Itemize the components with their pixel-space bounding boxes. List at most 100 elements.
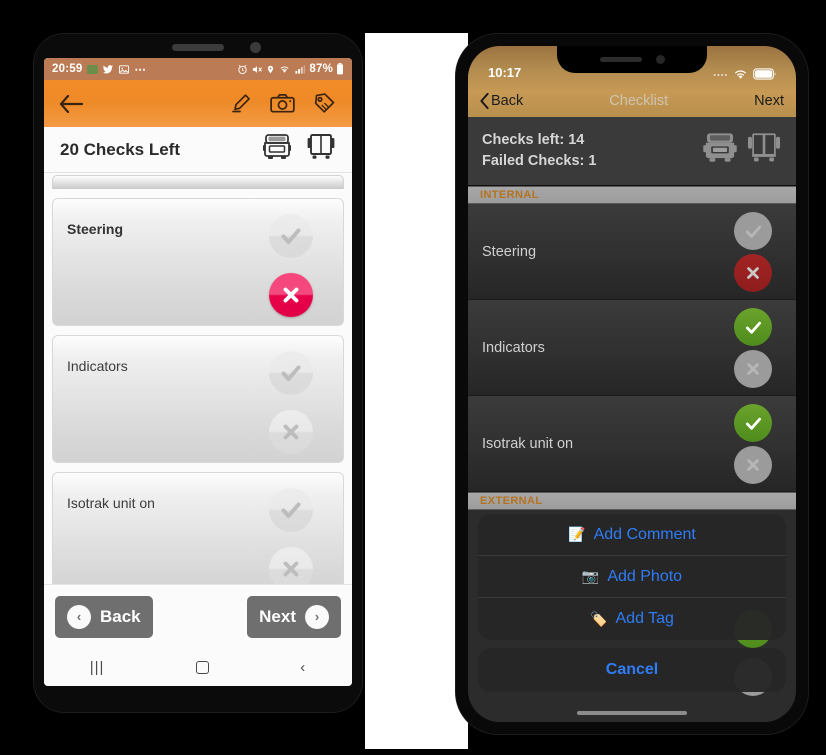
back-arrow-icon[interactable] [58, 91, 84, 117]
earpiece-speaker [172, 44, 224, 51]
check-pass-button[interactable] [269, 488, 313, 532]
ios-action-sheet[interactable]: 📝 Add Comment 📷 Add Photo 🏷️ Add Tag Can… [478, 514, 786, 692]
check-pass-button[interactable] [734, 308, 772, 346]
ios-truck-icons [702, 131, 782, 169]
check-fail-button[interactable] [734, 350, 772, 388]
android-app-bar [44, 80, 352, 127]
android-screen: 20:59 ⋯ 87% 20 Checks Left Steering Indi… [44, 58, 352, 686]
chevron-left-icon [480, 92, 489, 109]
iphone-frame: 10:17 Back Checklist Next Checks left: 1… [456, 34, 808, 734]
chevron-left-icon: ‹ [67, 604, 91, 629]
truck-front-icon[interactable] [262, 133, 292, 166]
alarm-icon [238, 64, 247, 74]
check-row-steering[interactable]: Steering [468, 204, 796, 300]
more-icon: ⋯ [134, 64, 147, 76]
section-header-internal: INTERNAL [468, 186, 796, 204]
signal-dots-icon [713, 74, 727, 77]
check-fail-button[interactable] [734, 254, 772, 292]
ios-next-button[interactable]: Next [754, 93, 784, 109]
status-right-icons: 87% [237, 63, 344, 75]
check-pass-button[interactable] [734, 212, 772, 250]
ios-summary-panel: Checks left: 14 Failed Checks: 1 [468, 117, 796, 186]
image-badge-icon [87, 64, 99, 74]
chevron-right-icon: › [305, 604, 329, 629]
android-phone-frame: 20:59 ⋯ 87% 20 Checks Left Steering Indi… [34, 34, 362, 712]
check-pass-button[interactable] [269, 351, 313, 395]
check-card-steering[interactable]: Steering [52, 198, 344, 326]
next-button[interactable]: Next › [247, 595, 341, 638]
back-button-label: Back [100, 606, 141, 626]
action-sheet-options: 📝 Add Comment 📷 Add Photo 🏷️ Add Tag [478, 514, 786, 640]
check-pass-button[interactable] [734, 404, 772, 442]
ios-back-label: Back [491, 92, 524, 109]
ios-checklist[interactable]: Steering Indicators Isotrak unit on EXTE… [468, 204, 796, 722]
check-label: Indicators [482, 339, 545, 356]
add-photo-button[interactable]: 📷 Add Photo [478, 556, 786, 598]
add-tag-label: Add Tag [615, 610, 674, 627]
screenshot-stage: 20:59 ⋯ 87% 20 Checks Left Steering Indi… [0, 0, 826, 755]
android-status-bar: 20:59 ⋯ 87% [44, 58, 352, 80]
earpiece-speaker [599, 57, 642, 62]
check-fail-button[interactable] [269, 273, 313, 317]
check-label: Indicators [67, 358, 128, 374]
cancel-button[interactable]: Cancel [478, 648, 786, 692]
truck-front-icon[interactable] [702, 131, 738, 169]
home-square-icon[interactable] [195, 660, 209, 674]
status-right-icons [713, 68, 776, 80]
ios-back-button[interactable]: Back [480, 92, 524, 109]
ios-nav-bar: Back Checklist Next [468, 84, 796, 117]
recents-icon[interactable]: ||| [90, 659, 105, 676]
mute-icon [253, 65, 263, 73]
check-card-isotrak[interactable]: Isotrak unit on [52, 472, 344, 584]
tag-icon[interactable] [308, 89, 338, 119]
memo-icon: 📝 [568, 526, 586, 542]
android-checklist[interactable]: Steering Indicators Isotrak unit on [44, 173, 352, 584]
camera-icon[interactable] [267, 89, 297, 119]
android-system-nav: ||| ‹ [44, 648, 352, 686]
battery-icon [753, 68, 776, 80]
section-header-external: EXTERNAL [468, 492, 796, 510]
add-comment-label: Add Comment [593, 525, 696, 543]
trailer-rear-icon[interactable] [306, 133, 336, 166]
front-camera-icon [250, 42, 261, 53]
ios-nav-title: Checklist [609, 92, 669, 109]
ios-screen: 10:17 Back Checklist Next Checks left: 1… [468, 46, 796, 722]
status-left-icons: ⋯ [87, 62, 147, 76]
check-row-isotrak[interactable]: Isotrak unit on [468, 396, 796, 492]
battery-percent-label: 87% [309, 63, 333, 75]
check-label: Steering [67, 221, 124, 237]
wifi-icon [280, 66, 289, 73]
location-icon [268, 65, 274, 73]
tag-icon: 🏷️ [590, 610, 608, 627]
add-photo-label: Add Photo [607, 567, 683, 585]
camera-icon: 📷 [581, 568, 600, 584]
add-tag-button[interactable]: 🏷️ Add Tag [478, 598, 786, 640]
status-clock: 10:17 [488, 65, 522, 80]
home-indicator [577, 711, 687, 715]
ios-header: 10:17 Back Checklist Next [468, 46, 796, 117]
trailer-rear-icon[interactable] [746, 131, 782, 169]
check-pass-button[interactable] [269, 214, 313, 258]
status-clock: 20:59 [52, 63, 83, 75]
check-card-indicators[interactable]: Indicators [52, 335, 344, 463]
system-back-icon[interactable]: ‹ [300, 659, 306, 676]
check-fail-button[interactable] [734, 446, 772, 484]
photo-icon [119, 64, 130, 74]
add-comment-button[interactable]: 📝 Add Comment [478, 514, 786, 556]
pencil-icon[interactable] [226, 89, 256, 119]
check-label: Steering [482, 243, 537, 260]
front-camera-icon [655, 55, 665, 64]
check-fail-button[interactable] [269, 410, 313, 454]
back-button[interactable]: ‹ Back [55, 595, 153, 638]
android-top-bezel [34, 34, 362, 58]
check-label: Isotrak unit on [67, 495, 155, 511]
check-fail-button[interactable] [269, 547, 313, 584]
iphone-notch [557, 46, 707, 73]
wifi-icon [735, 70, 746, 79]
previous-card-peek [52, 175, 344, 189]
twitter-icon [103, 64, 114, 73]
white-divider-panel [365, 33, 468, 749]
android-title-row: 20 Checks Left [44, 127, 352, 173]
check-label: Isotrak unit on [482, 435, 574, 452]
check-row-indicators[interactable]: Indicators [468, 300, 796, 396]
